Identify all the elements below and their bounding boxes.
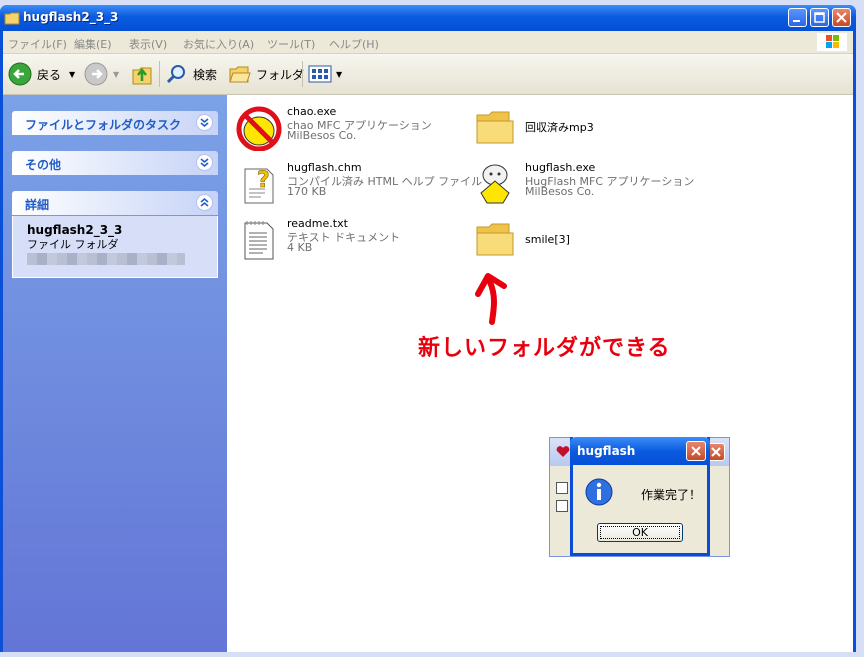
other-panel-header[interactable]: その他 (12, 151, 218, 175)
close-icon (691, 446, 701, 456)
file-item[interactable]: hugflash.exe HugFlash MFC アプリケーション MilBe… (473, 159, 694, 204)
chevron-double-down-icon[interactable] (196, 114, 213, 131)
search-icon (166, 65, 185, 84)
chevron-down-icon[interactable]: ▼ (336, 70, 342, 79)
menu-favorites[interactable]: お気に入り(A) (183, 36, 254, 52)
menu-bar: ファイル(F) 編集(E) 表示(V) お気に入り(A) ツール(T) ヘルプ(… (3, 31, 853, 54)
ok-button[interactable]: OK (597, 523, 683, 542)
menu-tools[interactable]: ツール(T) (267, 36, 315, 52)
close-icon (711, 447, 721, 457)
tasks-panel-title: ファイルとフォルダのタスク (25, 118, 182, 132)
folder-icon (4, 12, 20, 25)
other-panel-title: その他 (25, 158, 62, 172)
dialog-title: hugflash (577, 444, 636, 458)
toolbar: 戻る ▼ ▼ 検索 フォルダ ▼ (3, 54, 853, 95)
window-title: hugflash2_3_3 (23, 10, 119, 24)
file-item[interactable]: chao.exe chao MFC アプリケーション MilBesos Co. (235, 103, 465, 151)
details-panel-header[interactable]: 詳細 (12, 191, 218, 215)
checkbox[interactable] (556, 500, 568, 512)
search-label: 検索 (193, 67, 218, 82)
menu-view[interactable]: 表示(V) (129, 36, 167, 52)
chevron-double-down-icon[interactable] (196, 154, 213, 171)
folders-label: フォルダ (256, 67, 305, 82)
file-name: smile[3] (525, 233, 570, 246)
help-file-icon: ? (244, 168, 274, 204)
minimize-icon (793, 20, 800, 22)
maximize-button[interactable] (810, 8, 829, 27)
menu-edit[interactable]: 編集(E) (74, 36, 112, 52)
toolbar-separator (159, 61, 160, 87)
chevron-double-up-icon[interactable] (196, 194, 213, 211)
redacted-info (27, 253, 185, 265)
details-panel-title: 詳細 (25, 198, 50, 212)
no-entry-app-icon (236, 106, 282, 151)
file-item[interactable]: ? hugflash.chm コンパイル済み HTML ヘルプ ファイル 170… (235, 159, 482, 204)
hugflash-app-icon (480, 164, 510, 204)
checkbox[interactable] (556, 482, 568, 494)
folder-icon (476, 223, 514, 256)
dialog-message: 作業完了！ (641, 488, 702, 502)
folders-icon (229, 66, 251, 83)
title-bar[interactable]: hugflash2_3_3 (0, 5, 856, 31)
minimize-button[interactable] (788, 8, 807, 27)
views-icon (308, 65, 332, 83)
details-type: ファイル フォルダ (27, 238, 119, 251)
chevron-down-icon[interactable]: ▼ (113, 70, 119, 79)
file-size: 170 KB (287, 185, 327, 198)
search-button[interactable]: 検索 (165, 54, 217, 94)
file-size: 4 KB (287, 241, 313, 254)
close-icon (836, 12, 847, 23)
folders-button[interactable]: フォルダ (228, 54, 304, 94)
file-list-area[interactable]: chao.exe chao MFC アプリケーション MilBesos Co. … (227, 95, 853, 652)
message-dialog-titlebar[interactable]: hugflash (570, 437, 710, 465)
windows-logo-icon (817, 33, 847, 51)
maximize-icon (814, 12, 825, 23)
dialog-close-button[interactable] (686, 441, 706, 461)
task-pane: ファイルとフォルダのタスク その他 詳細 (3, 95, 227, 652)
folder-up-icon (132, 67, 152, 85)
chevron-down-icon[interactable]: ▼ (69, 70, 75, 79)
back-arrow-icon (8, 62, 32, 86)
details-name: hugflash2_3_3 (27, 223, 123, 237)
close-button[interactable] (832, 8, 851, 27)
file-item[interactable]: smile[3] (473, 215, 673, 259)
views-button[interactable]: ▼ (308, 54, 342, 94)
file-name: 回収済みmp3 (525, 121, 594, 134)
forward-arrow-icon (84, 62, 108, 86)
annotation-caption: 新しいフォルダができる (418, 336, 671, 361)
info-icon (585, 478, 613, 506)
file-company: MilBesos Co. (525, 185, 595, 198)
up-folder-button[interactable] (131, 54, 153, 94)
file-company: MilBesos Co. (287, 129, 357, 142)
toolbar-separator (302, 61, 303, 87)
red-arrow-icon (475, 273, 507, 325)
heart-icon (556, 446, 570, 457)
file-item[interactable]: readme.txt テキスト ドキュメント 4 KB (235, 215, 465, 260)
details-panel-body: hugflash2_3_3 ファイル フォルダ (12, 216, 218, 278)
menu-help[interactable]: ヘルプ(H) (329, 36, 379, 52)
folder-icon (476, 111, 514, 144)
text-document-icon (244, 221, 274, 260)
back-label: 戻る (37, 67, 62, 82)
menu-file[interactable]: ファイル(F) (8, 36, 67, 52)
tasks-panel-header[interactable]: ファイルとフォルダのタスク (12, 111, 218, 135)
back-button[interactable]: 戻る ▼ (7, 54, 75, 94)
svg-text:?: ? (257, 168, 270, 193)
forward-button[interactable]: ▼ (83, 54, 119, 94)
file-item[interactable]: 回収済みmp3 (473, 103, 673, 147)
